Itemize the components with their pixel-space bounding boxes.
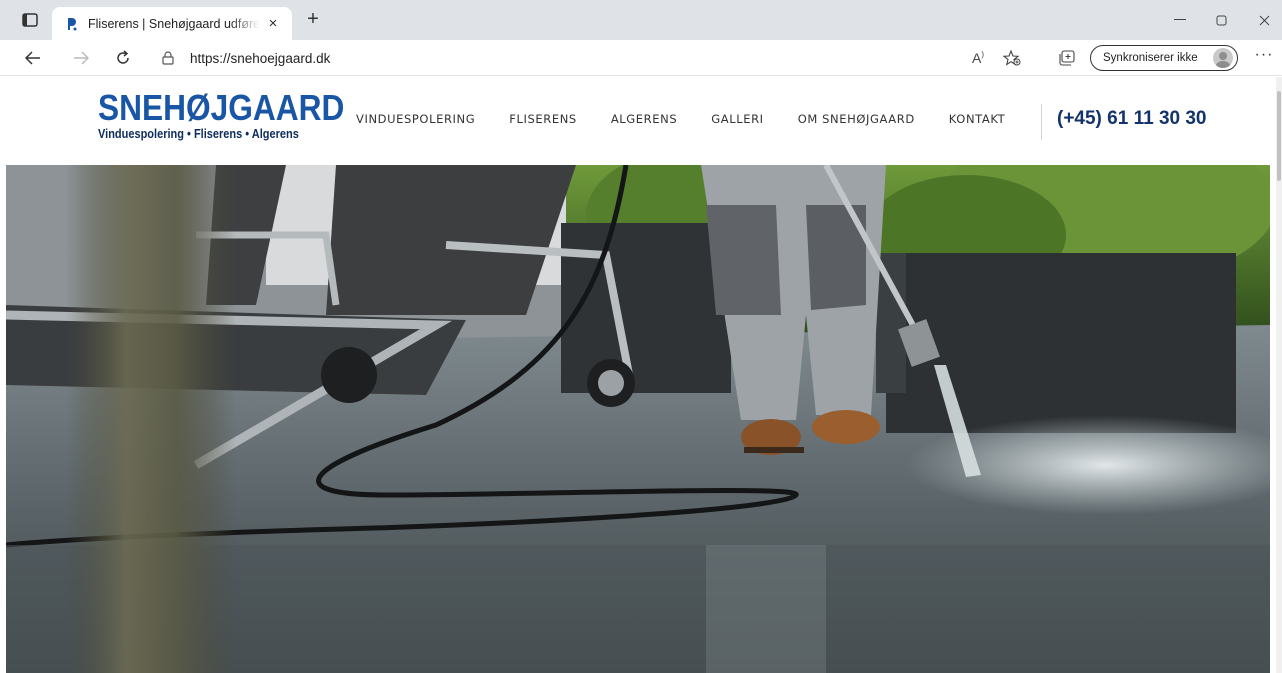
nav-item-vinduespolering[interactable]: VINDUESPOLERING	[356, 112, 475, 126]
url-text: https://snehoejgaard.dk	[190, 50, 331, 66]
site-logo[interactable]: SNEHØJGAARD Vinduespolering • Fliserens …	[98, 87, 378, 142]
nav-item-fliserens[interactable]: FLISERENS	[509, 112, 577, 126]
logo-wordmark: SNEHØJGAARD	[98, 87, 345, 128]
nav-item-galleri[interactable]: GALLERI	[711, 112, 763, 126]
read-aloud-icon[interactable]: A)	[968, 49, 988, 67]
back-icon[interactable]	[22, 48, 44, 68]
phone-number-link[interactable]: (+45) 61 11 30 30	[1057, 108, 1207, 130]
hero-image	[6, 165, 1270, 673]
site-favicon-icon	[66, 16, 80, 32]
forward-icon[interactable]	[70, 48, 92, 68]
restore-icon[interactable]	[1209, 10, 1233, 30]
profile-avatar-icon	[1213, 48, 1233, 68]
collections-icon[interactable]	[1057, 49, 1077, 67]
new-tab-button[interactable]: +	[303, 9, 323, 30]
site-header: SNEHØJGAARD Vinduespolering • Fliserens …	[0, 77, 1276, 165]
logo-tagline: Vinduespolering • Fliserens • Algerens	[98, 127, 299, 141]
minimize-icon[interactable]	[1168, 10, 1192, 30]
more-menu-button[interactable]: ···	[1254, 47, 1274, 68]
browser-address-bar: https://snehoejgaard.dk A) Synkroniserer…	[0, 40, 1282, 76]
page-scrollbar[interactable]	[1276, 77, 1282, 673]
nav-item-kontakt[interactable]: KONTAKT	[949, 112, 1005, 126]
nav-item-om-snehojgaard[interactable]: OM SNEHØJGAARD	[798, 112, 915, 126]
scrollbar-thumb[interactable]	[1277, 91, 1281, 181]
lock-icon[interactable]	[160, 50, 176, 66]
refresh-icon[interactable]	[112, 48, 134, 68]
browser-tab[interactable]: Fliserens | Snehøjgaard udfører p ×	[52, 7, 292, 40]
web-page: SNEHØJGAARD Vinduespolering • Fliserens …	[0, 77, 1282, 673]
close-window-icon[interactable]	[1252, 10, 1276, 30]
sync-button[interactable]: Synkroniserer ikke	[1090, 45, 1238, 71]
tab-close-button[interactable]: ×	[264, 15, 282, 33]
favorite-star-icon[interactable]	[1002, 49, 1022, 67]
tab-actions-icon[interactable]	[20, 11, 40, 29]
address-field[interactable]: https://snehoejgaard.dk	[160, 46, 940, 70]
main-nav: VINDUESPOLERING FLISERENS ALGERENS GALLE…	[356, 112, 1039, 126]
nav-divider	[1041, 104, 1042, 140]
sync-label: Synkroniserer ikke	[1103, 52, 1198, 64]
tab-title: Fliserens | Snehøjgaard udfører p	[88, 16, 260, 31]
browser-tab-strip: Fliserens | Snehøjgaard udfører p × +	[0, 0, 1282, 40]
nav-item-algerens[interactable]: ALGERENS	[611, 112, 677, 126]
